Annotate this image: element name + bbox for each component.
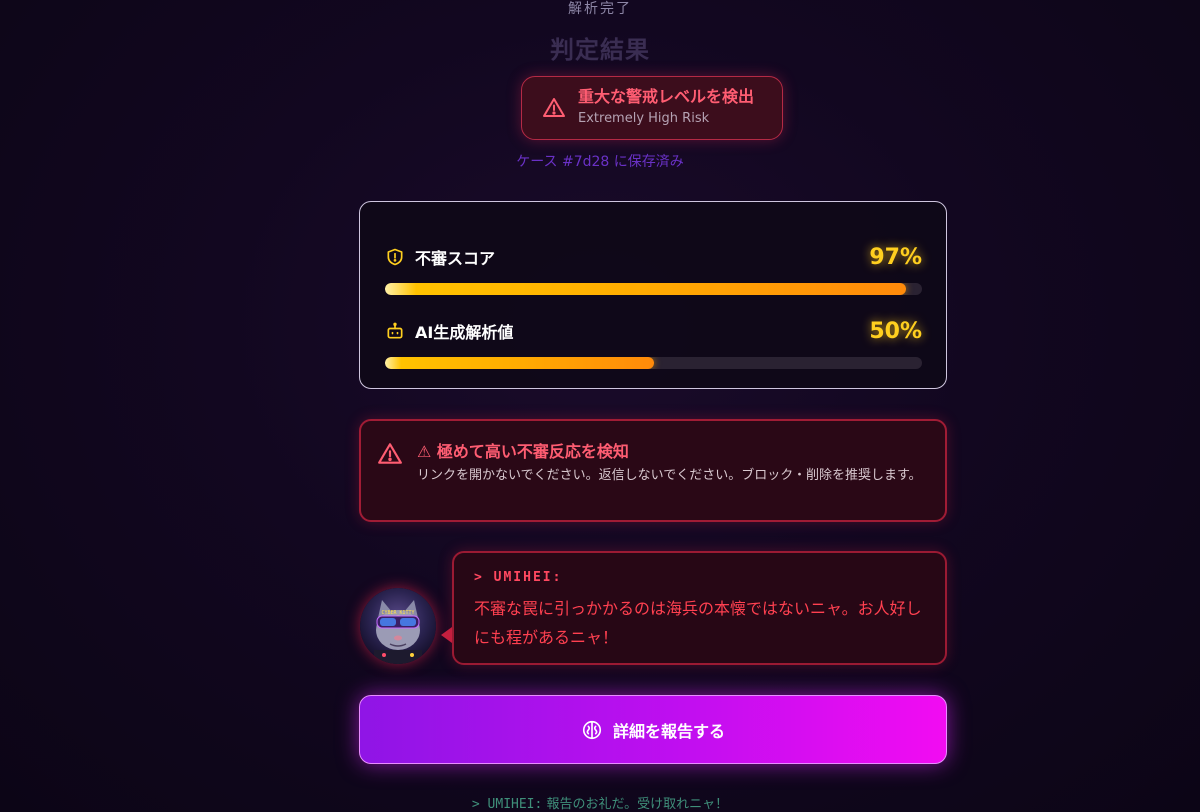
mascot-speech-bubble: > UMIHEI: 不審な罠に引っかかるのは海兵の本懐ではないニャ。お人好しにも… <box>452 551 947 665</box>
metric-ai-generation: AI生成解析値 50% <box>385 316 922 369</box>
report-details-button[interactable]: 詳細を報告する <box>359 695 947 764</box>
report-button-label: 詳細を報告する <box>612 721 725 741</box>
warning-text: リンクを開かないでください。返信しないでください。ブロック・削除を推奨します。 <box>417 468 922 483</box>
cat-avatar-image: CYBER_KITTY <box>360 588 436 664</box>
page-title: 判定結果 <box>550 36 650 64</box>
footer-message: > UMIHEI: 報告のお礼だ。受け取れニャ！ <box>0 793 1200 812</box>
progress-fill <box>385 283 906 295</box>
result-page: 解析完了 判定結果 重大な警戒レベルを検出 Extremely High Ris… <box>0 0 1200 812</box>
metric-suspicion-score: 不審スコア 97% <box>385 242 922 295</box>
speech-bubble-tail <box>441 627 452 643</box>
metric-value: 50% <box>869 318 922 344</box>
brain-icon <box>582 720 602 739</box>
warning-panel: ⚠ 極めて高い不審反応を検知 リンクを開かないでください。返信しないでください。… <box>359 419 947 522</box>
score-card: 不審スコア 97% AI生成解析値 50% <box>359 201 947 389</box>
footer-speaker: > UMIHEI: <box>471 797 543 812</box>
metric-value: 97% <box>869 244 922 270</box>
progress-fill <box>385 357 654 369</box>
speech-message: 不審な罠に引っかかるのは海兵の本懐ではないニャ。お人好しにも程があるニャ！ <box>474 599 922 647</box>
footer-text: 報告のお礼だ。受け取れニャ！ <box>542 797 729 812</box>
progress-track <box>385 357 922 369</box>
progress-track <box>385 283 922 295</box>
risk-level-text: 重大な警戒レベルを検出 Extremely High Risk <box>578 87 754 129</box>
speaker-name: > UMIHEI: <box>474 570 563 585</box>
avatar: CYBER_KITTY <box>360 588 436 664</box>
analysis-status: 解析完了 <box>568 1 632 17</box>
metric-label: 不審スコア <box>415 249 496 268</box>
metric-label: AI生成解析値 <box>415 323 514 342</box>
robot-icon <box>387 322 403 339</box>
risk-level-badge: 重大な警戒レベルを検出 Extremely High Risk <box>521 76 783 140</box>
shield-alert-icon <box>387 248 403 266</box>
risk-level-subtitle: Extremely High Risk <box>578 111 710 126</box>
risk-level-title: 重大な警戒レベルを検出 <box>578 87 755 106</box>
avatar-badge-text: CYBER_KITTY <box>381 610 414 616</box>
warning-title: ⚠ 極めて高い不審反応を検知 <box>417 442 629 461</box>
warning-triangle-icon <box>543 98 565 117</box>
warning-triangle-icon <box>378 443 402 464</box>
case-saved-note: ケース #7d28 に保存済み <box>516 154 684 170</box>
